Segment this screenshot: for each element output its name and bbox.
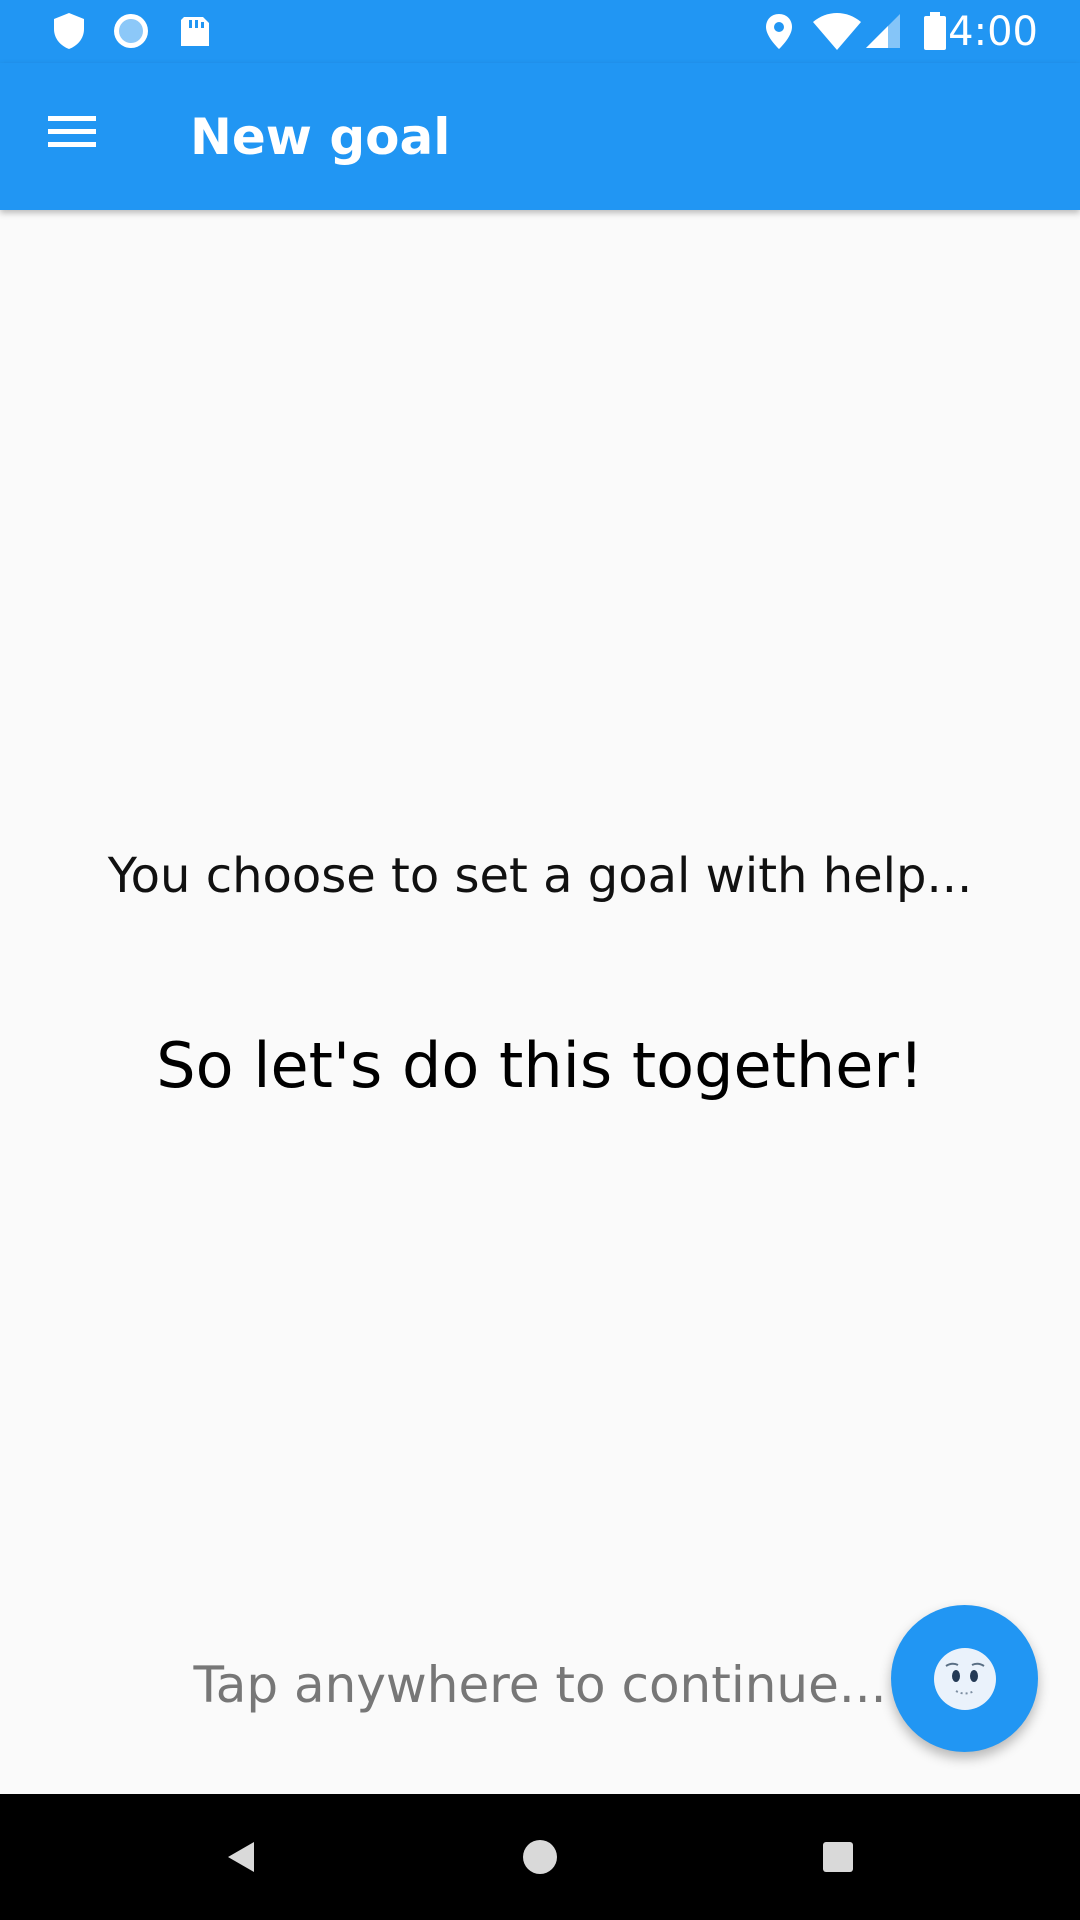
menu-button[interactable] xyxy=(34,93,110,169)
back-icon xyxy=(228,1842,254,1872)
app-bar: New goal xyxy=(0,63,1080,210)
home-button[interactable] xyxy=(505,1822,575,1892)
tap-to-continue-area[interactable]: You choose to set a goal with help... So… xyxy=(0,210,1080,1794)
recents-icon xyxy=(823,1842,853,1872)
face-icon xyxy=(933,1647,996,1710)
home-icon xyxy=(523,1840,557,1874)
battery-icon xyxy=(920,10,950,52)
status-time: 4:00 xyxy=(948,9,1038,55)
cell-signal-icon xyxy=(862,10,902,52)
assistant-fab[interactable] xyxy=(891,1605,1038,1752)
status-bar: 4:00 xyxy=(0,0,1080,63)
location-icon xyxy=(758,10,800,52)
page-title: New goal xyxy=(190,108,451,166)
menu-icon xyxy=(48,116,96,147)
screen: 4:00 New goal You choose to set a goal w… xyxy=(0,0,1080,1920)
together-text: So let's do this together! xyxy=(156,1029,924,1102)
sd-card-icon xyxy=(174,10,216,52)
recents-button[interactable] xyxy=(803,1822,873,1892)
shield-icon xyxy=(48,10,90,52)
loading-circle-icon xyxy=(110,10,152,52)
navigation-bar xyxy=(0,1794,1080,1920)
wifi-icon xyxy=(811,10,863,52)
back-button[interactable] xyxy=(206,1822,276,1892)
intro-text: You choose to set a goal with help... xyxy=(107,848,973,904)
